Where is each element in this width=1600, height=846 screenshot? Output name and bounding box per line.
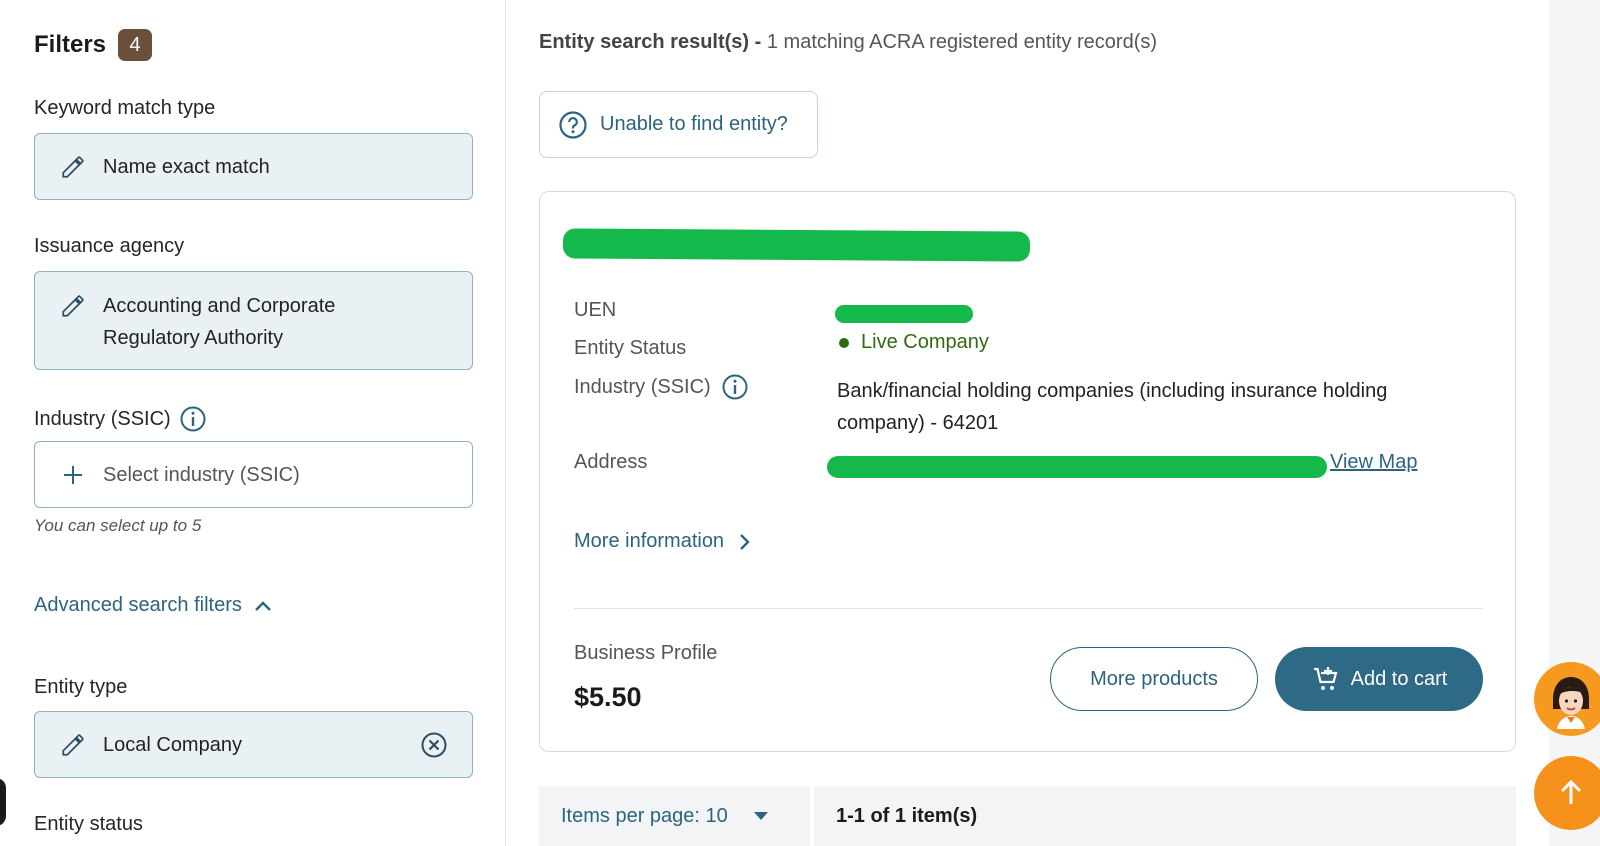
- result-heading-count: 1 matching ACRA registered entity record…: [761, 31, 1158, 53]
- industry-label-row: Industry (SSIC): [34, 405, 207, 433]
- more-information-link[interactable]: More information: [574, 530, 750, 553]
- result-heading: Entity search result(s) - 1 matching ACR…: [539, 31, 1157, 54]
- unable-to-find-button[interactable]: Unable to find entity?: [539, 91, 818, 158]
- entity-type-label: Entity type: [34, 676, 128, 698]
- filters-header: Filters 4: [34, 29, 153, 61]
- status-badge: Live Company: [839, 331, 989, 354]
- pagination-bar: Items per page: 10 1-1 of 1 item(s): [539, 786, 1516, 846]
- industry-placeholder: Select industry (SSIC): [103, 463, 300, 486]
- arrow-up-icon: [1560, 779, 1582, 804]
- redacted-uen: [835, 305, 973, 323]
- back-to-top-button[interactable]: [1534, 756, 1600, 830]
- pagination-range: 1-1 of 1 item(s): [814, 786, 1516, 846]
- issuance-agency-value: Accounting and Corporate Regulatory Auth…: [103, 295, 336, 349]
- entity-type-value: Local Company: [103, 733, 242, 756]
- keyword-match-label: Keyword match type: [34, 97, 216, 119]
- industry-label: Industry (SSIC): [34, 407, 171, 430]
- clear-icon[interactable]: [420, 731, 448, 759]
- chevron-up-icon: [255, 600, 271, 611]
- filters-count-badge: 4: [118, 29, 153, 61]
- assistant-avatar-icon: [1553, 677, 1589, 729]
- redacted-entity-name: [562, 228, 1031, 262]
- product-price: $5.50: [574, 682, 642, 712]
- info-icon[interactable]: [711, 373, 749, 401]
- plus-icon: [59, 461, 87, 489]
- info-icon[interactable]: [179, 405, 207, 433]
- uen-label: UEN: [574, 299, 617, 321]
- more-information-label: More information: [574, 530, 725, 552]
- industry-row-label: Industry (SSIC): [574, 373, 749, 401]
- address-label: Address: [574, 451, 648, 473]
- entity-status-label: Entity Status: [574, 337, 687, 359]
- pencil-icon: [59, 731, 87, 759]
- status-value: Live Company: [861, 331, 989, 353]
- pencil-icon: [59, 292, 87, 320]
- industry-value: Bank/financial holding companies (includ…: [837, 380, 1388, 434]
- chevron-right-icon: [740, 533, 750, 550]
- advanced-search-toggle[interactable]: Advanced search filters: [34, 594, 272, 617]
- card-divider: [574, 608, 1483, 609]
- items-per-page-select[interactable]: Items per page: 10: [539, 786, 810, 846]
- caret-down-icon: [753, 812, 768, 820]
- status-dot: [839, 337, 849, 348]
- product-name: Business Profile: [574, 642, 718, 664]
- filters-panel: Filters 4 Keyword match type Name exact …: [0, 0, 506, 846]
- result-heading-bold: Entity search result(s) -: [539, 31, 762, 53]
- entity-result-card: UEN Entity Status Live Company Industry …: [539, 191, 1516, 752]
- cart-add-icon: [1313, 667, 1338, 690]
- industry-select[interactable]: Select industry (SSIC): [34, 441, 473, 508]
- add-to-cart-label: Add to cart: [1350, 667, 1448, 690]
- view-map-link[interactable]: View Map: [1330, 451, 1417, 474]
- issuance-agency-field[interactable]: Accounting and Corporate Regulatory Auth…: [34, 271, 473, 370]
- help-icon: [559, 110, 587, 139]
- virtual-assistant-button[interactable]: [1534, 662, 1600, 736]
- items-per-page-label: Items per page: 10: [561, 804, 728, 827]
- pencil-icon: [59, 153, 87, 181]
- entity-type-field[interactable]: Local Company: [34, 711, 473, 778]
- keyword-match-field[interactable]: Name exact match: [34, 133, 473, 200]
- add-to-cart-button[interactable]: Add to cart: [1275, 647, 1483, 711]
- redacted-address: [827, 456, 1327, 478]
- filters-title: Filters: [34, 31, 107, 58]
- unable-to-find-label: Unable to find entity?: [600, 113, 788, 135]
- industry-ssic-label: Industry (SSIC): [574, 375, 711, 398]
- industry-hint: You can select up to 5: [34, 516, 202, 535]
- issuance-agency-label: Issuance agency: [34, 235, 185, 257]
- keyword-match-value: Name exact match: [103, 155, 270, 178]
- entity-status-label: Entity status: [34, 813, 143, 835]
- more-products-button[interactable]: More products: [1050, 647, 1258, 711]
- side-handle[interactable]: [0, 778, 6, 826]
- advanced-search-label: Advanced search filters: [34, 594, 242, 616]
